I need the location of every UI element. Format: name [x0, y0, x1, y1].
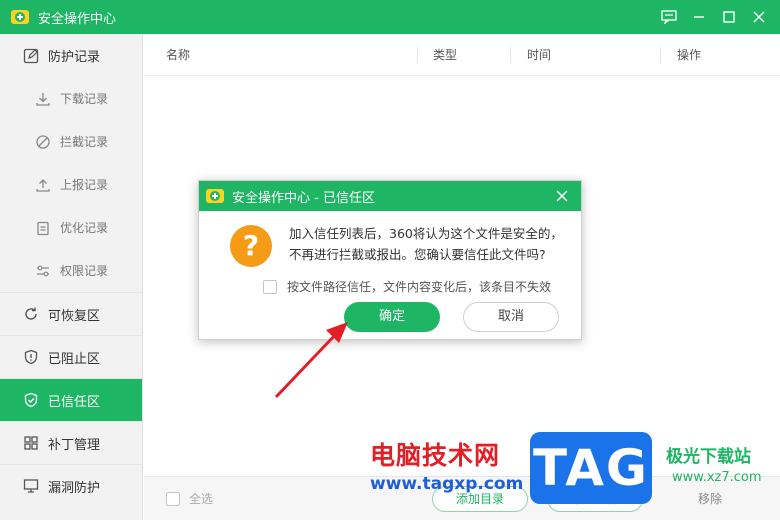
block-icon: [34, 133, 52, 151]
column-header-type[interactable]: 类型: [433, 34, 457, 76]
clipboard-icon: [34, 219, 52, 237]
confirm-button[interactable]: 确定: [344, 302, 440, 332]
grid-icon: [22, 434, 40, 452]
sidebar-item-block-records[interactable]: 拦截记录: [0, 120, 142, 163]
sidebar-item-label: 上报记录: [60, 178, 109, 192]
minimize-icon[interactable]: [684, 0, 714, 34]
sidebar-item-label: 拦截记录: [60, 135, 109, 149]
sidebar-item-download-records[interactable]: 下载记录: [0, 77, 142, 120]
upload-icon: [34, 176, 52, 194]
watermark: 电脑技术网 www.tagxp.com TAG 极光下载站 www.xz7.co…: [368, 432, 778, 520]
dialog-title: 安全操作中心 - 已信任区: [232, 190, 375, 206]
feedback-icon[interactable]: [654, 0, 684, 34]
watermark-url: www.tagxp.com: [370, 474, 524, 494]
watermark-cn-text: 电脑技术网: [370, 441, 501, 470]
dialog-message: 加入信任列表后，360将认为这个文件是安全的，不再进行拦截或报出。您确认要信任此…: [289, 226, 563, 262]
sidebar-item-blocked-zone[interactable]: 已阻止区: [0, 335, 142, 378]
sidebar-item-patch-management[interactable]: 补丁管理: [0, 421, 142, 464]
edit-icon: [22, 47, 40, 65]
sidebar-item-permission-records[interactable]: 权限记录: [0, 249, 142, 292]
download-icon: [34, 90, 52, 108]
sliders-icon: [34, 262, 52, 280]
sidebar-item-label: 优化记录: [60, 221, 109, 235]
column-separator: [660, 47, 661, 63]
close-icon[interactable]: [744, 0, 774, 34]
sidebar: 防护记录 下载记录 拦截记录 上报记录 优化记录 权限记录 可恢复区 已阻止区 …: [0, 34, 143, 520]
sidebar-item-label: 补丁管理: [48, 437, 101, 453]
window-controls: [654, 0, 774, 34]
checkbox-box[interactable]: [263, 279, 277, 294]
column-separator: [417, 47, 418, 63]
sidebar-item-vulnerability-protection[interactable]: 漏洞防护: [0, 464, 142, 507]
app-logo-icon: [10, 7, 30, 27]
sidebar-item-label: 防护记录: [48, 50, 101, 65]
sidebar-item-label: 漏洞防护: [48, 480, 101, 496]
sidebar-item-protection-records[interactable]: 防护记录: [0, 34, 142, 77]
watermark-site-url: www.xz7.com: [672, 470, 762, 485]
select-all-label: 全选: [189, 492, 214, 506]
shield-alert-icon: [22, 348, 40, 366]
cancel-button[interactable]: 取消: [463, 302, 559, 332]
window-title: 安全操作中心: [38, 11, 117, 27]
shield-check-icon: [22, 391, 40, 409]
sidebar-item-label: 下载记录: [60, 92, 109, 106]
checkbox-label: 按文件路径信任，文件内容变化后，该条目不失效: [287, 280, 552, 294]
monitor-icon: [22, 477, 40, 495]
maximize-icon[interactable]: [714, 0, 744, 34]
sidebar-item-label: 已阻止区: [48, 351, 101, 367]
watermark-tag-badge: TAG: [530, 432, 652, 504]
column-header-time[interactable]: 时间: [527, 34, 551, 76]
sidebar-item-trusted-zone[interactable]: 已信任区: [0, 378, 142, 421]
column-header-action[interactable]: 操作: [677, 34, 701, 76]
sidebar-item-label: 权限记录: [60, 264, 109, 278]
question-icon: ?: [230, 225, 272, 267]
column-separator: [510, 47, 511, 63]
watermark-site-name: 极光下载站: [666, 447, 751, 467]
app-logo-icon: [205, 186, 225, 206]
checkbox-box[interactable]: [166, 491, 180, 506]
sidebar-item-report-records[interactable]: 上报记录: [0, 163, 142, 206]
dialog-title-bar: 安全操作中心 - 已信任区: [199, 181, 581, 211]
sidebar-item-label: 已信任区: [48, 394, 101, 410]
title-bar: 安全操作中心: [0, 0, 780, 34]
column-header-name[interactable]: 名称: [166, 34, 190, 76]
sidebar-item-label: 可恢复区: [48, 308, 101, 324]
trust-by-path-checkbox[interactable]: 按文件路径信任，文件内容变化后，该条目不失效: [263, 278, 551, 295]
sidebar-item-optimize-records[interactable]: 优化记录: [0, 206, 142, 249]
select-all-checkbox[interactable]: 全选: [166, 490, 213, 507]
dialog-close-icon[interactable]: [553, 187, 571, 205]
sidebar-item-restore-zone[interactable]: 可恢复区: [0, 292, 142, 335]
trust-confirm-dialog: 安全操作中心 - 已信任区 ? 加入信任列表后，360将认为这个文件是安全的，不…: [198, 180, 582, 340]
restore-icon: [22, 305, 40, 323]
table-header: 名称 类型 时间 操作: [144, 34, 780, 76]
